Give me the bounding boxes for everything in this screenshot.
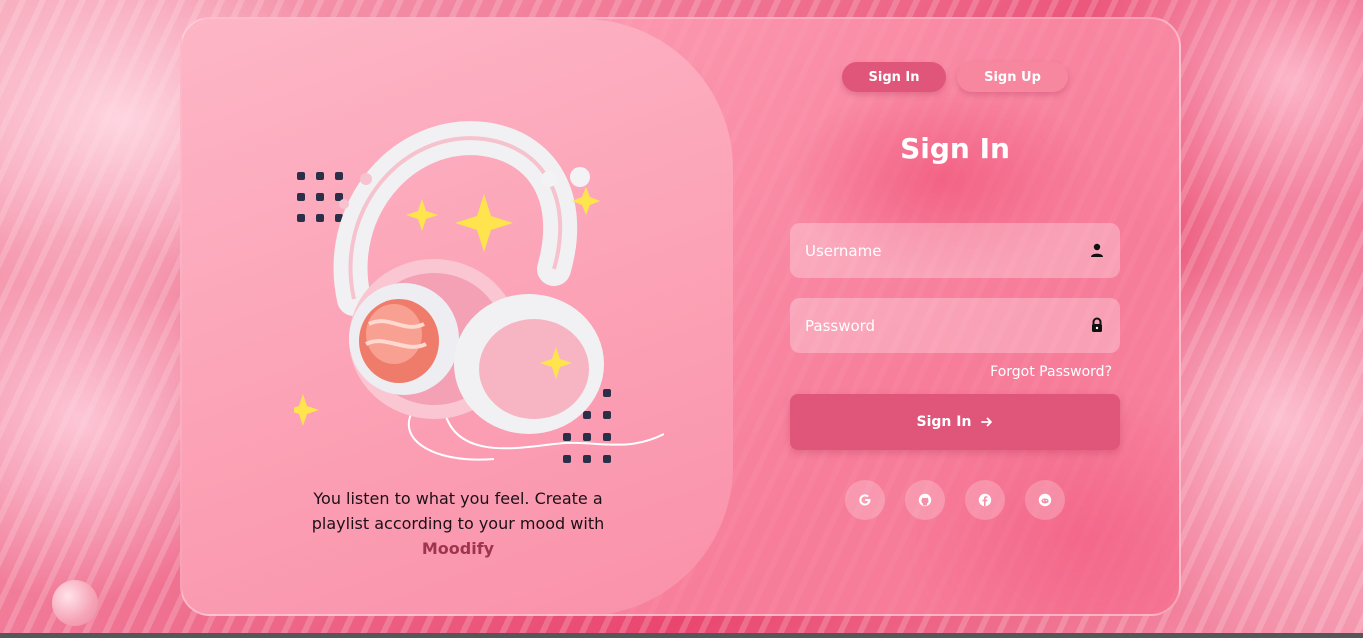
dot-grid-top: [297, 172, 343, 222]
github-icon: [918, 493, 932, 507]
window-bottom-edge: [0, 633, 1363, 638]
social-login-row: [845, 480, 1065, 520]
github-login-button[interactable]: [905, 480, 945, 520]
hero-tagline: You listen to what you feel. Create a pl…: [300, 486, 616, 561]
headphones-illustration: [294, 121, 664, 463]
password-field-wrapper: [790, 298, 1120, 353]
facebook-login-button[interactable]: [965, 480, 1005, 520]
tab-sign-up[interactable]: Sign Up: [957, 62, 1068, 92]
reddit-icon: [1038, 493, 1052, 507]
hero-panel: You listen to what you feel. Create a pl…: [182, 19, 733, 614]
google-login-button[interactable]: [845, 480, 885, 520]
tagline-text: You listen to what you feel. Create a pl…: [311, 489, 605, 533]
tab-sign-in[interactable]: Sign In: [842, 62, 946, 92]
brand-name: Moodify: [421, 539, 495, 558]
password-input[interactable]: [790, 298, 1120, 353]
sign-in-submit-button[interactable]: Sign In: [790, 394, 1120, 450]
auth-tabs: Sign In Sign Up: [842, 62, 1068, 92]
username-input[interactable]: [790, 223, 1120, 278]
decorative-sphere: [52, 580, 98, 626]
user-icon: [1091, 243, 1103, 257]
arrow-right-icon: [981, 417, 993, 427]
username-field-wrapper: [790, 223, 1120, 278]
forgot-password-link[interactable]: Forgot Password?: [978, 364, 1112, 380]
lock-icon: [1092, 317, 1102, 332]
submit-label: Sign In: [916, 414, 972, 430]
google-icon: [859, 494, 871, 506]
form-title: Sign In: [900, 132, 1010, 165]
facebook-icon: [978, 493, 992, 507]
reddit-login-button[interactable]: [1025, 480, 1065, 520]
auth-card: You listen to what you feel. Create a pl…: [180, 17, 1181, 616]
